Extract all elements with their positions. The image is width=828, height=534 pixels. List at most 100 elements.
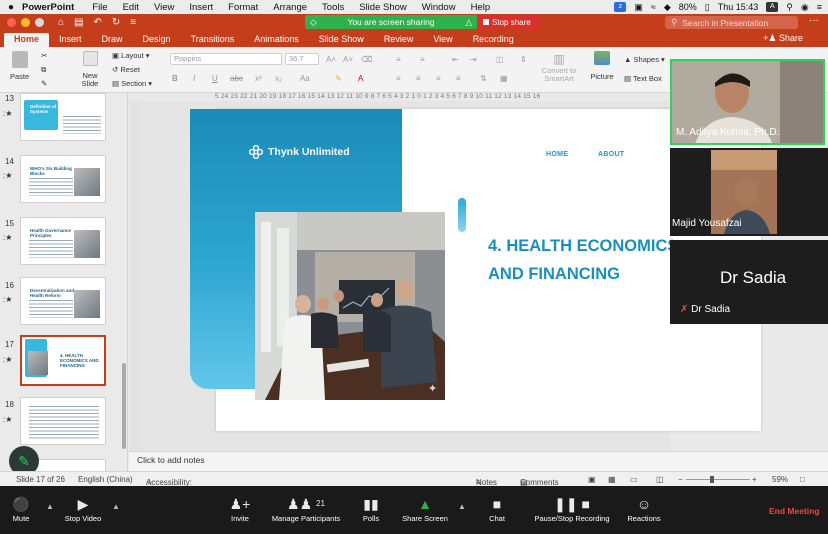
align-right-icon[interactable]: ≡ [436, 74, 441, 83]
text-direction-icon[interactable]: ⇅ [480, 74, 487, 83]
meeting-photo[interactable] [255, 212, 445, 400]
tab-animations[interactable]: Animations [244, 33, 309, 47]
decrease-font-icon[interactable]: A˅ [343, 55, 353, 64]
participant-video-tile[interactable]: M. Aditya Kurnia, Ph.D. [670, 59, 825, 145]
slide-thumbnail[interactable]: WHO's Six Building Blocks [20, 155, 106, 203]
increase-font-icon[interactable]: A˄ [326, 55, 336, 64]
manage-participants-button[interactable]: ♟♟ 21 Manage Participants [265, 494, 347, 523]
slide-nav-about[interactable]: ABOUT [598, 151, 624, 158]
menu-edit[interactable]: Edit [123, 2, 139, 13]
mute-button[interactable]: ⚫ Mute [8, 494, 34, 523]
tab-slide-show[interactable]: Slide Show [309, 33, 374, 47]
line-spacing-icon[interactable]: ⇕ [520, 55, 527, 64]
subscript-icon[interactable]: x₂ [275, 74, 282, 83]
columns-icon[interactable]: ◫ [496, 55, 504, 64]
audio-options-chevron-icon[interactable]: ▲ [46, 502, 54, 511]
decrease-indent-icon[interactable]: ⇤ [452, 55, 459, 64]
menu-help[interactable]: Help [471, 2, 491, 13]
menu-tools[interactable]: Tools [322, 2, 344, 13]
slide-nav-home[interactable]: HOME [546, 151, 568, 158]
convert-smartart-button[interactable]: ▥ Convert to SmartArt [538, 51, 580, 82]
picture-button[interactable]: Picture [588, 51, 616, 81]
stop-video-button[interactable]: ▶ Stop Video [60, 494, 106, 523]
pause-stop-recording-button[interactable]: ❚❚ ■ Pause/Stop Recording [528, 494, 616, 523]
align-text-icon[interactable]: ▦ [500, 74, 508, 83]
menu-insert[interactable]: Insert [189, 2, 213, 13]
font-color-icon[interactable]: A [358, 74, 363, 83]
share-button[interactable]: +♟ Share [763, 33, 803, 44]
fit-to-window-icon[interactable]: □ [800, 475, 805, 484]
copy-icon[interactable]: ⧉ [41, 65, 46, 75]
font-size-select[interactable]: 36.7 [285, 53, 319, 65]
zoom-slider-handle[interactable] [710, 476, 714, 483]
zoom-window-button[interactable] [35, 18, 44, 27]
tab-draw[interactable]: Draw [92, 33, 133, 47]
numbering-icon[interactable]: ≡ [420, 55, 425, 64]
input-source-icon[interactable]: A [766, 2, 779, 12]
more-options-icon[interactable]: ··· [809, 15, 819, 26]
app-menu[interactable]: PowerPoint [22, 2, 74, 13]
shapes-button[interactable]: ▲ Shapes ▾ [624, 55, 665, 64]
reactions-button[interactable]: ☺ Reactions [624, 494, 664, 523]
tab-recording[interactable]: Recording [463, 33, 524, 47]
slide-thumbnail[interactable] [20, 397, 106, 445]
change-case-icon[interactable]: Aa [300, 74, 310, 83]
minimize-window-button[interactable] [21, 18, 30, 27]
slide-thumbnail[interactable]: Decentralization and Health Reform [20, 277, 106, 325]
menu-format[interactable]: Format [228, 2, 258, 13]
participant-video-tile[interactable]: Majid Yousafzai [670, 148, 828, 236]
increase-indent-icon[interactable]: ⇥ [470, 55, 477, 64]
slide-show-icon[interactable]: ◫ [656, 475, 664, 484]
underline-icon[interactable]: U [212, 74, 218, 83]
layout-button[interactable]: ▣ Layout ▾ [112, 51, 150, 60]
bold-icon[interactable]: B [172, 74, 178, 83]
close-window-button[interactable] [7, 18, 16, 27]
section-button[interactable]: ▤ Section ▾ [112, 79, 152, 88]
tab-transitions[interactable]: Transitions [181, 33, 245, 47]
siri-icon[interactable]: ◉ [801, 2, 809, 13]
invite-button[interactable]: ♟+ Invite [226, 494, 254, 523]
slide-sorter-icon[interactable]: ▦ [608, 475, 616, 484]
tab-insert[interactable]: Insert [49, 33, 92, 47]
save-icon[interactable]: ▤ [74, 17, 83, 28]
slide-title[interactable]: 4. HEALTH ECONOMICS AND FINANCING [488, 232, 673, 288]
strikethrough-icon[interactable]: abc [230, 74, 243, 83]
italic-icon[interactable]: I [193, 74, 195, 83]
share-options-chevron-icon[interactable]: ▲ [458, 502, 466, 511]
slide-thumbnail-selected[interactable]: 4. HEALTH ECONOMICS AND FINANCING [20, 335, 106, 386]
superscript-icon[interactable]: x² [255, 74, 262, 83]
tab-home[interactable]: Home [4, 33, 50, 47]
justify-icon[interactable]: ≡ [456, 74, 461, 83]
cut-icon[interactable]: ✂ [41, 51, 47, 60]
highlight-icon[interactable]: ✎ [335, 74, 342, 83]
tab-design[interactable]: Design [133, 33, 181, 47]
text-box-button[interactable]: ▤ Text Box [624, 74, 662, 83]
end-meeting-button[interactable]: End Meeting [769, 506, 820, 516]
presentation-search-input[interactable]: ⚲ Search in Presentation [665, 16, 798, 29]
slide-thumbnail[interactable]: Definition of Health Systems [20, 93, 106, 141]
reset-button[interactable]: ↺ Reset [112, 65, 140, 74]
clear-format-icon[interactable]: ⌫ [361, 55, 372, 64]
menu-view[interactable]: View [154, 2, 174, 13]
stop-share-button[interactable]: Stop share [478, 15, 540, 29]
align-left-icon[interactable]: ≡ [396, 74, 401, 83]
screen-sharing-banner[interactable]: ◇ You are screen sharing △ [305, 15, 477, 29]
customize-toolbar-icon[interactable]: ≡ [130, 17, 136, 28]
apple-menu-icon[interactable]: ● [0, 2, 22, 13]
participant-video-tile[interactable]: Dr Sadia ✗ Dr Sadia [670, 240, 828, 324]
zoom-out-icon[interactable]: − [678, 475, 683, 484]
menu-file[interactable]: File [92, 2, 107, 13]
menu-slide-show[interactable]: Slide Show [359, 2, 407, 13]
notes-pane[interactable]: Click to add notes [129, 451, 828, 471]
display-icon[interactable]: ▣ [634, 2, 643, 13]
wifi-icon[interactable]: ≈ [651, 2, 656, 12]
home-icon[interactable]: ⌂ [58, 17, 64, 28]
video-options-chevron-icon[interactable]: ▲ [112, 502, 120, 511]
bullets-icon[interactable]: ≡ [396, 55, 401, 64]
zoom-in-icon[interactable]: + [752, 475, 757, 484]
tab-review[interactable]: Review [374, 33, 424, 47]
tab-view[interactable]: View [423, 33, 462, 47]
font-name-select[interactable]: Poppins [170, 53, 282, 65]
search-icon[interactable]: ⚲ [786, 2, 793, 13]
undo-icon[interactable]: ↶ [94, 17, 102, 28]
